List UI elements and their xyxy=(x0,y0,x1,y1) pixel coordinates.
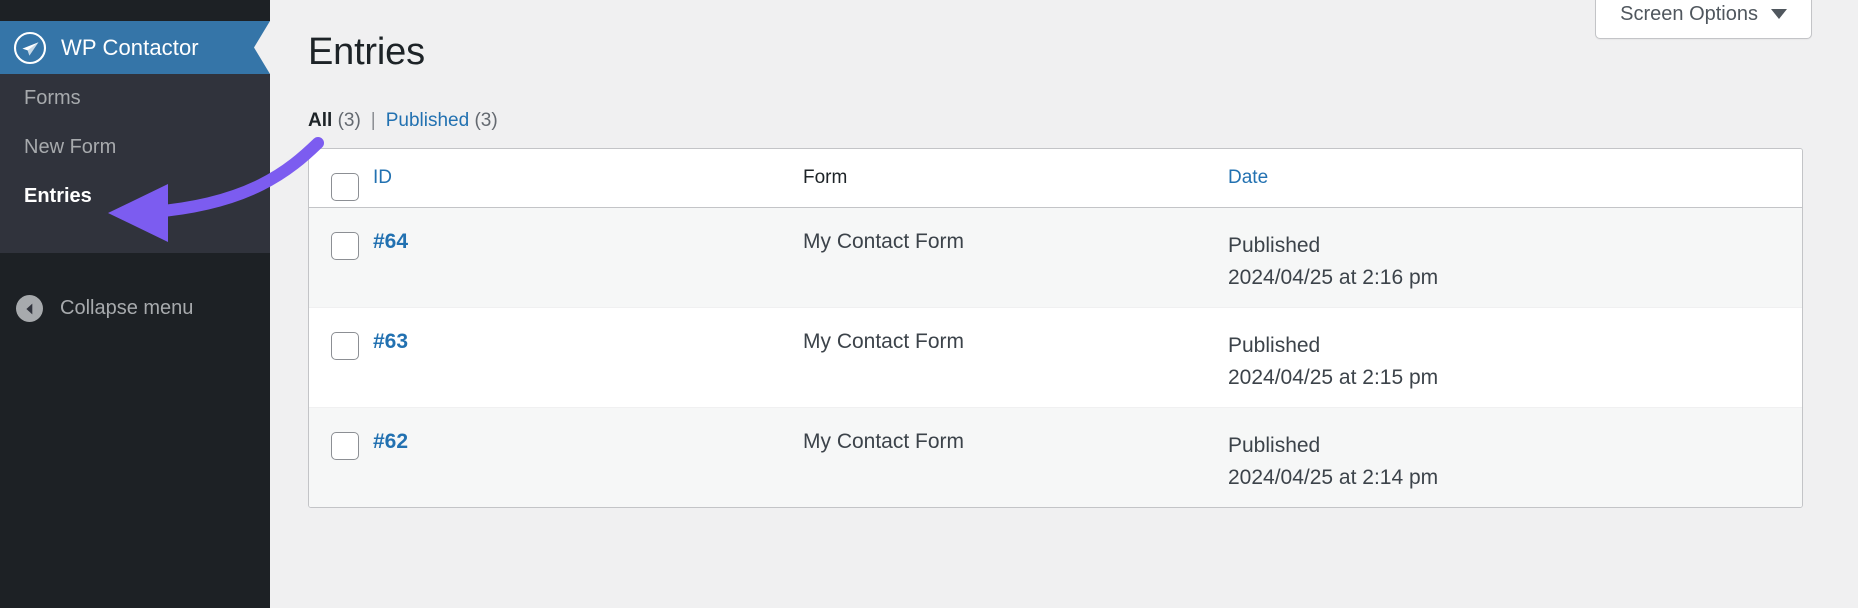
entry-timestamp: 2024/04/25 at 2:15 pm xyxy=(1228,366,1439,390)
row-id-cell: #62 xyxy=(373,407,803,507)
entry-status: Published xyxy=(1228,433,1321,457)
filter-all-count: (3) xyxy=(337,110,361,131)
sidebar-item-label: New Form xyxy=(24,136,117,158)
entry-status: Published xyxy=(1228,333,1321,357)
filter-published-label[interactable]: Published xyxy=(386,110,469,132)
row-date-cell: Published 2024/04/25 at 2:15 pm xyxy=(1228,307,1802,407)
entry-id-link[interactable]: #64 xyxy=(373,230,408,253)
row-form-cell: My Contact Form xyxy=(803,407,1228,507)
row-select-cell xyxy=(309,207,373,307)
sidebar-menu: Forms New Form Entries xyxy=(0,74,270,221)
entries-table: ID Form Date #64 My Contact Form Publish… xyxy=(309,149,1802,507)
sidebar-item-label: Entries xyxy=(24,185,92,207)
sidebar-item-new-form[interactable]: New Form xyxy=(0,123,270,172)
entries-table-container: ID Form Date #64 My Contact Form Publish… xyxy=(308,148,1803,508)
admin-screen: WP Contactor Forms New Form Entries Coll… xyxy=(0,0,1858,608)
entry-status: Published xyxy=(1228,233,1321,257)
sidebar-item-entries[interactable]: Entries xyxy=(0,172,270,221)
collapse-menu-label: Collapse menu xyxy=(60,297,194,319)
entry-form-name: My Contact Form xyxy=(803,429,965,453)
row-form-cell: My Contact Form xyxy=(803,207,1228,307)
filter-published-count: (3) xyxy=(474,110,498,131)
screen-options-button[interactable]: Screen Options xyxy=(1595,0,1812,39)
entry-id-link[interactable]: #63 xyxy=(373,330,408,353)
paper-plane-icon xyxy=(13,31,47,65)
row-id-cell: #64 xyxy=(373,207,803,307)
row-date-cell: Published 2024/04/25 at 2:16 pm xyxy=(1228,207,1802,307)
collapse-menu-button[interactable]: Collapse menu xyxy=(16,295,193,322)
table-header: ID Form Date xyxy=(309,149,1802,208)
chevron-down-icon xyxy=(1771,9,1787,19)
row-select-cell xyxy=(309,407,373,507)
sidebar-brand[interactable]: WP Contactor xyxy=(0,21,270,74)
screen-options-label: Screen Options xyxy=(1620,2,1758,25)
row-checkbox[interactable] xyxy=(331,331,359,360)
select-all-header xyxy=(309,149,373,208)
sidebar-item-label: Forms xyxy=(24,87,81,109)
column-header-form: Form xyxy=(803,149,1228,208)
sidebar-footer: Collapse menu xyxy=(0,253,270,608)
table-row: #62 My Contact Form Published 2024/04/25… xyxy=(309,407,1802,507)
main-content: Screen Options Entries All (3) | Publish… xyxy=(270,0,1858,608)
select-all-checkbox[interactable] xyxy=(331,173,359,201)
entry-timestamp: 2024/04/25 at 2:16 pm xyxy=(1228,266,1439,290)
filter-all-label[interactable]: All xyxy=(308,110,332,132)
row-checkbox[interactable] xyxy=(331,231,359,260)
entry-form-name: My Contact Form xyxy=(803,229,965,253)
table-row: #63 My Contact Form Published 2024/04/25… xyxy=(309,307,1802,407)
chevron-left-circle-icon xyxy=(16,295,43,322)
sidebar-item-forms[interactable]: Forms xyxy=(0,74,270,123)
entry-timestamp: 2024/04/25 at 2:14 pm xyxy=(1228,466,1439,490)
column-header-id[interactable]: ID xyxy=(373,149,803,208)
row-select-cell xyxy=(309,307,373,407)
table-header-row: ID Form Date xyxy=(309,149,1802,208)
admin-sidebar: WP Contactor Forms New Form Entries Coll… xyxy=(0,0,270,608)
row-checkbox[interactable] xyxy=(331,431,359,460)
row-id-cell: #63 xyxy=(373,307,803,407)
row-form-cell: My Contact Form xyxy=(803,307,1228,407)
sidebar-top-strip xyxy=(0,0,270,21)
row-date-cell: Published 2024/04/25 at 2:14 pm xyxy=(1228,407,1802,507)
entry-id-link[interactable]: #62 xyxy=(373,430,408,453)
table-body: #64 My Contact Form Published 2024/04/25… xyxy=(309,207,1802,507)
brand-title: WP Contactor xyxy=(61,34,199,60)
filter-links: All (3) | Published (3) xyxy=(308,110,498,132)
column-header-date[interactable]: Date xyxy=(1228,149,1802,208)
filter-separator: | xyxy=(370,110,376,131)
page-title: Entries xyxy=(308,31,425,73)
entry-form-name: My Contact Form xyxy=(803,329,965,353)
table-row: #64 My Contact Form Published 2024/04/25… xyxy=(309,207,1802,307)
